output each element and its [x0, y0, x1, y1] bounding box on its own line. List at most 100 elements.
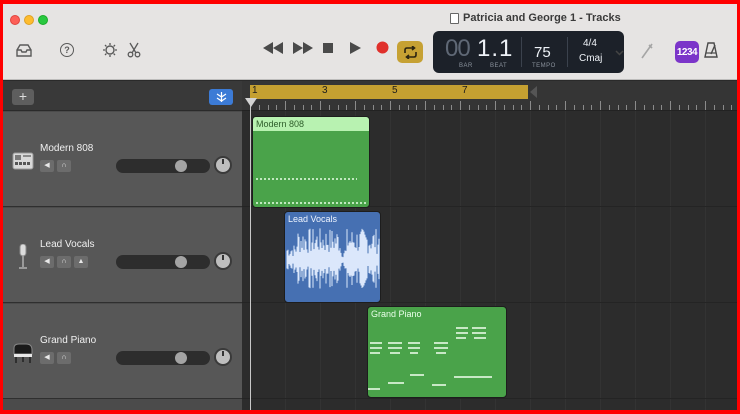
- metronome-button[interactable]: [704, 42, 718, 58]
- region-name: Modern 808: [256, 119, 305, 129]
- ruler-tick: [670, 101, 671, 110]
- ruler-tick: [687, 105, 689, 110]
- stop-icon: [323, 43, 333, 53]
- volume-slider-handle[interactable]: [174, 352, 187, 364]
- track-header[interactable]: Grand Piano ◀ ∩: [3, 304, 242, 399]
- ruler-tick: [372, 105, 374, 110]
- library-button[interactable]: [16, 44, 32, 57]
- ruler-tick: [363, 105, 365, 110]
- close-window-button[interactable]: [10, 15, 20, 25]
- lcd-menu-button[interactable]: [615, 48, 624, 59]
- editors-button[interactable]: [127, 42, 141, 58]
- ruler-tick: [591, 105, 593, 110]
- ruler-tick: [293, 105, 295, 110]
- track-controls: ◀ ∩: [40, 352, 71, 364]
- library-icon: [16, 44, 32, 57]
- pan-knob[interactable]: [214, 348, 232, 366]
- count-in-button[interactable]: 1234: [675, 41, 699, 63]
- tracks-area[interactable]: 1 3 5 7 Modern 808 Lead Vocals Grand Pia…: [242, 81, 737, 410]
- ruler-tick: [328, 105, 330, 110]
- record-enable-button[interactable]: ▲: [74, 256, 88, 268]
- ruler-tick: [258, 105, 260, 110]
- play-button[interactable]: [350, 42, 361, 54]
- ruler-bar-number: 1: [252, 85, 258, 96]
- track-controls: ◀ ∩ ▲: [40, 256, 88, 268]
- ruler-tick: [355, 101, 356, 110]
- record-icon: [376, 41, 389, 54]
- drum-machine-icon: [12, 150, 34, 172]
- ruler-tick: [661, 105, 663, 110]
- stop-button[interactable]: [323, 43, 333, 53]
- smart-controls-button[interactable]: [102, 42, 118, 58]
- headphones-icon: ∩: [61, 162, 67, 169]
- ruler-tick: [390, 101, 391, 110]
- toolbar: Patricia and George 1 - Tracks ? 00 1.1 …: [3, 4, 737, 80]
- track-name: Lead Vocals: [40, 239, 95, 250]
- minimize-window-button[interactable]: [24, 15, 34, 25]
- zoom-window-button[interactable]: [38, 15, 48, 25]
- solo-button[interactable]: ∩: [57, 352, 71, 364]
- solo-button[interactable]: ∩: [57, 160, 71, 172]
- mute-button[interactable]: ◀: [40, 256, 54, 268]
- ruler-tick: [556, 105, 558, 110]
- metronome-icon: [704, 42, 718, 58]
- ruler-tick: [337, 105, 339, 110]
- volume-slider-handle[interactable]: [174, 256, 187, 268]
- help-button[interactable]: ?: [60, 43, 74, 57]
- mute-button[interactable]: ◀: [40, 160, 54, 172]
- ruler-tick: [538, 105, 540, 110]
- ruler-tick: [267, 105, 269, 110]
- pan-knob[interactable]: [214, 252, 232, 270]
- lcd-beat-value: 1.1: [477, 35, 514, 62]
- track-header[interactable]: Modern 808 ◀ ∩: [3, 112, 242, 207]
- ruler-tick: [678, 105, 680, 110]
- ruler-tick: [425, 101, 426, 110]
- rewind-button[interactable]: [263, 42, 283, 54]
- ruler-tick: [573, 105, 575, 110]
- ruler-bar-number: 5: [392, 85, 398, 96]
- track-filter-button[interactable]: [209, 89, 233, 105]
- ruler[interactable]: 1 3 5 7: [242, 81, 737, 111]
- drum-pattern: [256, 178, 367, 204]
- record-button[interactable]: [376, 41, 389, 54]
- fast-forward-button[interactable]: [293, 42, 313, 54]
- midi-region[interactable]: Grand Piano: [367, 306, 507, 398]
- track-headers: + Modern 808 ◀ ∩ Lead Vocals ◀ ∩ ▲ Grand…: [3, 81, 242, 410]
- volume-slider-handle[interactable]: [174, 160, 187, 172]
- volume-slider[interactable]: [116, 159, 210, 173]
- ruler-tick: [503, 105, 505, 110]
- add-track-button[interactable]: +: [12, 89, 34, 105]
- volume-slider[interactable]: [116, 255, 210, 269]
- cycle-region[interactable]: [250, 85, 528, 99]
- ruler-tick: [547, 105, 549, 110]
- lcd-bar-label: BAR: [459, 63, 473, 69]
- ruler-tick: [451, 105, 453, 110]
- playhead-handle[interactable]: [245, 98, 257, 107]
- volume-slider[interactable]: [116, 351, 210, 365]
- track-header[interactable]: Lead Vocals ◀ ∩ ▲: [3, 208, 242, 303]
- project-end-marker[interactable]: [530, 86, 537, 98]
- ruler-tick: [731, 105, 733, 110]
- pan-knob[interactable]: [214, 156, 232, 174]
- tuner-button[interactable]: [640, 43, 654, 59]
- audio-region[interactable]: Lead Vocals: [284, 211, 381, 303]
- playhead-line[interactable]: [250, 99, 251, 410]
- mute-button[interactable]: ◀: [40, 352, 54, 364]
- ruler-tick: [407, 105, 409, 110]
- lcd-display[interactable]: 00 1.1 BAR BEAT 75 TEMPO 4/4 Cmaj: [433, 31, 624, 73]
- rewind-icon: [263, 42, 283, 54]
- solo-button[interactable]: ∩: [57, 256, 71, 268]
- ruler-tick: [635, 101, 636, 110]
- track-header-toolbar: +: [3, 81, 242, 111]
- microphone-icon: [12, 244, 34, 269]
- speaker-muted-icon: ◀: [44, 162, 50, 169]
- cycle-button[interactable]: [397, 41, 423, 63]
- ruler-tick: [311, 105, 313, 110]
- lcd-tempo-label: TEMPO: [532, 63, 556, 69]
- ruler-tick: [276, 105, 278, 110]
- lcd-tempo-value: 75: [534, 44, 551, 61]
- grand-piano-icon: [12, 342, 34, 364]
- ruler-tick: [433, 105, 435, 110]
- ruler-tick: [696, 105, 698, 110]
- drummer-region[interactable]: Modern 808: [252, 116, 370, 208]
